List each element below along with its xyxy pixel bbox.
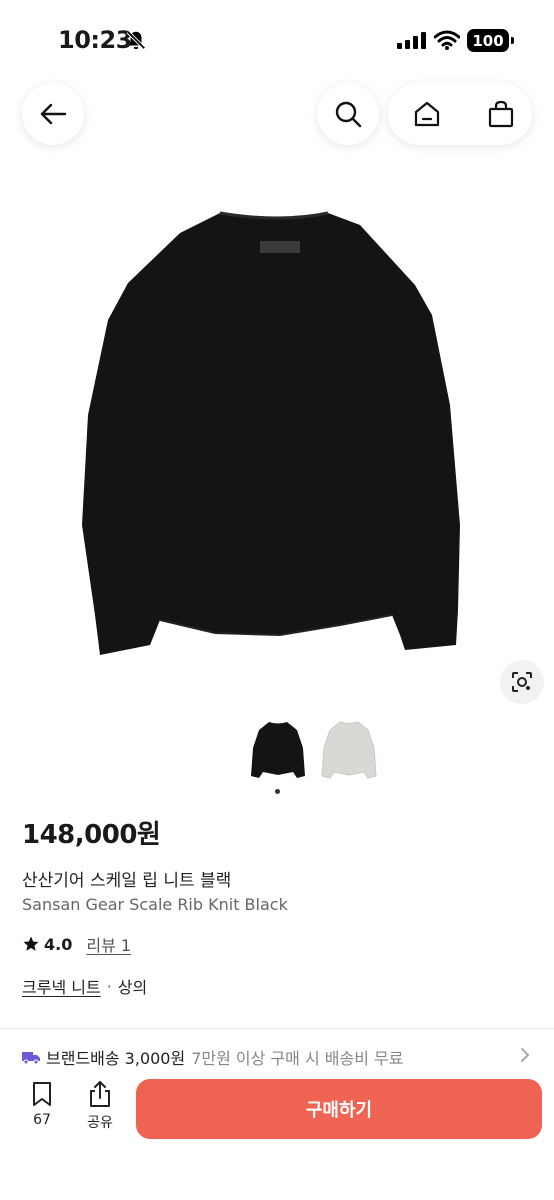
- truck-icon: [22, 1052, 40, 1064]
- share-button[interactable]: 공유: [80, 1080, 120, 1132]
- status-time: 10:23: [58, 26, 132, 54]
- bookmark-count: 67: [33, 1112, 51, 1128]
- section-divider: [0, 1028, 554, 1029]
- category-breadcrumb: 크루넥 니트 · 상의: [22, 974, 147, 998]
- bottom-action-bar: 67 공유 구매하기: [0, 1070, 554, 1200]
- buy-button[interactable]: 구매하기: [136, 1079, 542, 1139]
- category-separator: ·: [106, 976, 112, 996]
- review-link[interactable]: 리뷰 1: [86, 932, 131, 956]
- status-bar: 10:23 100: [0, 0, 554, 84]
- home-button[interactable]: [396, 83, 458, 145]
- rating-row: 4.0 리뷰 1: [22, 932, 131, 956]
- cellular-signal-icon: [397, 32, 426, 49]
- carousel-indicator: [275, 789, 280, 794]
- thumbnail-gray[interactable]: [320, 718, 378, 786]
- cart-button[interactable]: [470, 83, 532, 145]
- shipping-note: 7만원 이상 구매 시 배송비 무료: [191, 1049, 404, 1068]
- product-name-korean: 산산기어 스케일 립 니트 블랙: [22, 871, 232, 891]
- battery-indicator: 100: [467, 29, 514, 52]
- search-icon: [335, 101, 362, 128]
- product-price: 148,000원: [22, 820, 161, 850]
- shipping-info[interactable]: 브랜드배송 3,000원 7만원 이상 구매 시 배송비 무료: [22, 1045, 532, 1069]
- shipping-label: 브랜드배송 3,000원: [46, 1049, 186, 1068]
- product-name-english: Sansan Gear Scale Rib Knit Black: [22, 895, 288, 914]
- chevron-right-icon: [521, 1048, 530, 1062]
- rating-value: 4.0: [44, 934, 73, 954]
- share-icon: [90, 1081, 110, 1107]
- search-button[interactable]: [317, 83, 379, 145]
- battery-level: 100: [472, 31, 504, 50]
- visual-search-button[interactable]: [500, 660, 544, 704]
- lens-icon: [512, 672, 532, 692]
- share-label: 공유: [87, 1115, 113, 1131]
- home-icon: [414, 101, 440, 127]
- arrow-left-icon: [40, 103, 67, 125]
- bell-off-icon: [126, 30, 146, 50]
- category-link-crewneck[interactable]: 크루넥 니트: [22, 974, 101, 998]
- category-link-top[interactable]: 상의: [118, 974, 147, 998]
- wifi-icon: [434, 30, 460, 50]
- bookmark-button[interactable]: 67: [24, 1080, 60, 1128]
- bookmark-icon: [33, 1082, 51, 1106]
- product-image[interactable]: [60, 195, 500, 665]
- shopping-bag-icon: [488, 100, 514, 128]
- star-icon: [23, 936, 39, 951]
- thumbnail-black[interactable]: [249, 718, 307, 786]
- back-button[interactable]: [22, 83, 84, 145]
